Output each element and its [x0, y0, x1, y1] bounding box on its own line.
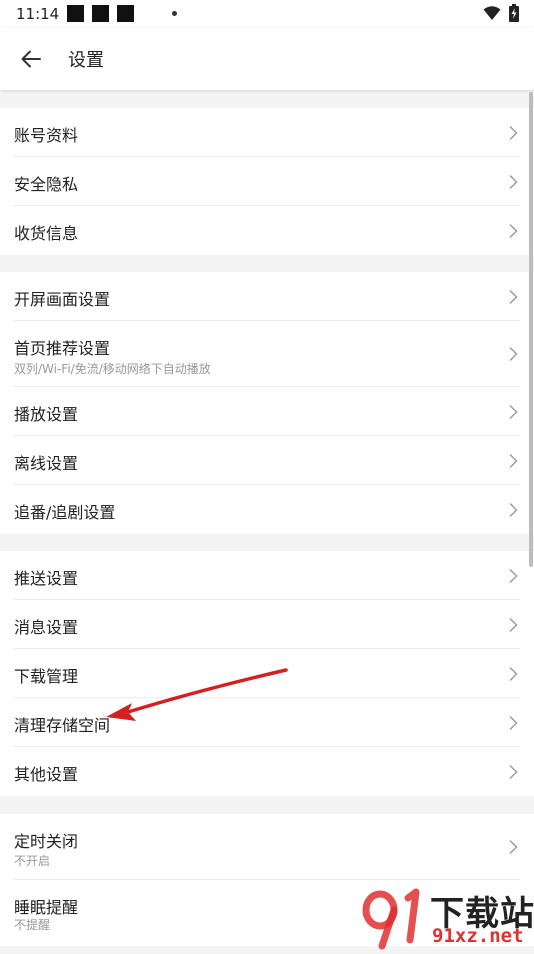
settings-item-sleep-timer[interactable]: 定时关闭 不开启 [0, 814, 534, 880]
chevron-right-icon [509, 839, 518, 855]
back-arrow-icon [21, 50, 41, 68]
chevron-right-icon [509, 764, 518, 779]
chevron-right-icon [509, 125, 518, 140]
settings-item-label: 离线设置 [14, 454, 79, 473]
settings-item-other[interactable]: 其他设置 [0, 747, 534, 796]
chevron-right-icon [509, 502, 518, 517]
notification-icon [92, 5, 109, 22]
settings-item-security-privacy[interactable]: 安全隐私 [0, 157, 534, 206]
settings-item-label: 推送设置 [14, 569, 79, 588]
notification-icon [67, 5, 84, 22]
settings-item-home-recommend[interactable]: 首页推荐设置 双列/Wi-Fi/免流/移动网络下自动播放 [0, 321, 534, 387]
settings-item-value: 不开启 [14, 854, 51, 868]
settings-item-label: 安全隐私 [14, 175, 79, 194]
chevron-right-icon [509, 568, 518, 583]
settings-item-label: 下载管理 [14, 667, 79, 686]
settings-item-shipping-info[interactable]: 收货信息 [0, 206, 534, 255]
settings-item-offline[interactable]: 离线设置 [0, 436, 534, 485]
settings-item-value: 不提醒 [14, 918, 51, 932]
settings-item-label: 首页推荐设置 [14, 339, 111, 358]
settings-item-label: 其他设置 [14, 765, 79, 784]
status-time: 11:14 [16, 5, 60, 23]
settings-item-label: 播放设置 [14, 405, 79, 424]
chevron-right-icon [509, 453, 518, 468]
settings-item-label: 账号资料 [14, 126, 79, 145]
wifi-icon [483, 6, 501, 20]
settings-group-playback: 开屏画面设置 首页推荐设置 双列/Wi-Fi/免流/移动网络下自动播放 播放设置… [0, 272, 534, 534]
settings-item-account-profile[interactable]: 账号资料 [0, 108, 534, 157]
settings-group-account: 账号资料 安全隐私 收货信息 [0, 108, 534, 255]
more-notifications-icon [172, 11, 177, 16]
chevron-right-icon [509, 617, 518, 632]
notification-icon [117, 5, 134, 22]
settings-item-label: 清理存储空间 [14, 716, 111, 735]
chevron-right-icon [509, 346, 518, 362]
app-bar: 设置 [0, 28, 534, 90]
settings-item-label: 追番/追剧设置 [14, 503, 116, 522]
chevron-right-icon [509, 715, 518, 730]
settings-item-playback[interactable]: 播放设置 [0, 387, 534, 436]
settings-item-push[interactable]: 推送设置 [0, 551, 534, 600]
settings-item-splash-screen[interactable]: 开屏画面设置 [0, 272, 534, 321]
settings-item-label: 开屏画面设置 [14, 290, 111, 309]
settings-item-downloads[interactable]: 下载管理 [0, 649, 534, 698]
chevron-right-icon [509, 223, 518, 238]
settings-item-label: 消息设置 [14, 618, 79, 637]
settings-item-follow[interactable]: 追番/追剧设置 [0, 485, 534, 534]
page-title: 设置 [68, 50, 104, 71]
chevron-right-icon [509, 666, 518, 681]
battery-icon [509, 4, 519, 22]
settings-item-description: 双列/Wi-Fi/免流/移动网络下自动播放 [14, 362, 211, 376]
settings-group-general: 推送设置 消息设置 下载管理 清理存储空间 其他设置 [0, 551, 534, 796]
chevron-right-icon [509, 174, 518, 189]
chevron-right-icon [509, 404, 518, 419]
chevron-right-icon [509, 289, 518, 304]
settings-item-label: 睡眠提醒 [14, 898, 79, 917]
settings-item-clear-storage[interactable]: 清理存储空间 [0, 698, 534, 747]
back-button[interactable] [14, 42, 48, 76]
scrollbar-thumb[interactable] [529, 92, 533, 567]
settings-item-label: 定时关闭 [14, 832, 79, 851]
status-bar: 11:14 [0, 0, 534, 28]
watermark-domain-text: 91xz.net [432, 925, 524, 947]
settings-item-messages[interactable]: 消息设置 [0, 600, 534, 649]
watermark-logo: 下载站 91xz.net [358, 880, 534, 950]
settings-item-label: 收货信息 [14, 224, 79, 243]
